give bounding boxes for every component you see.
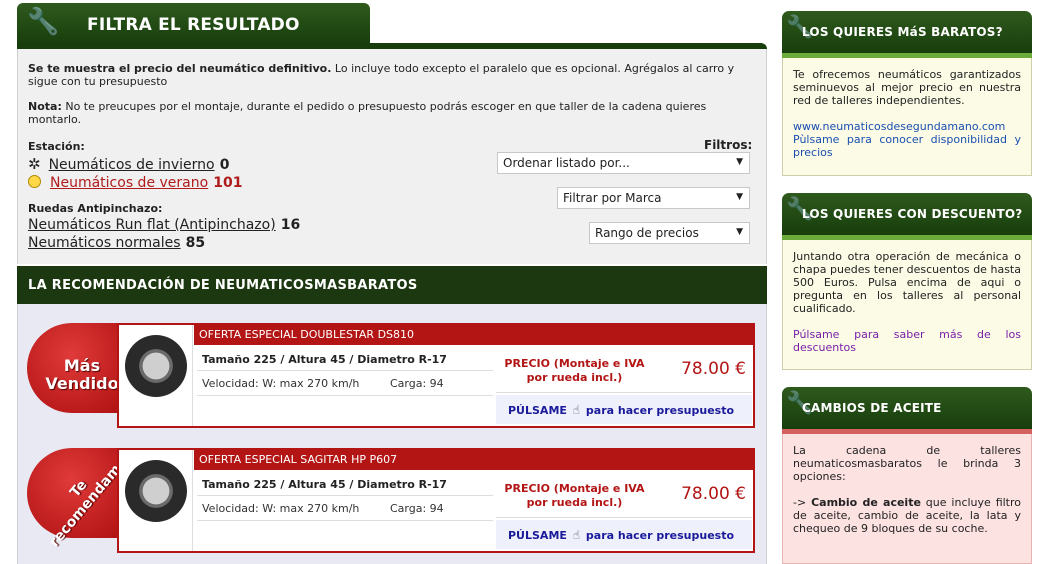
filter-note-text: Nota: No te preucupes por el montaje, du… (28, 100, 738, 126)
offer-spacer (197, 397, 493, 423)
brand-select-value: Filtrar por Marca (563, 191, 662, 205)
sidebar-box-header: 🔧 LOS QUIERES MáS BARATOS? (782, 11, 1032, 53)
sidebar-box-title: LOS QUIERES CON DESCUENTO? (802, 207, 1023, 221)
summer-filter: Neumáticos de verano 101 (28, 172, 243, 191)
speed-text: Velocidad: W: max 270 km/h (202, 377, 360, 390)
runflat-count: 16 (280, 217, 301, 233)
price-label: PRECIO (Montaje e IVA por rueda incl.) (504, 482, 645, 509)
chevron-down-icon: ▼ (736, 157, 743, 167)
winter-tires-link[interactable]: Neumáticos de invierno (49, 157, 215, 173)
summer-count: 101 (213, 175, 243, 191)
filters-label: Filtros: (704, 138, 753, 152)
hand-pointer-icon: ☝ (572, 528, 581, 542)
sidebar-box-body: La cadena de talleres neumaticosmasbarat… (782, 434, 1032, 564)
item-bold: Cambio de aceite (811, 496, 921, 509)
quote-bold: PÚLSAME (508, 404, 567, 417)
tire-image (119, 450, 193, 551)
offer-spacer (197, 522, 493, 548)
tire-speed: Velocidad: W: max 270 km/h Carga: 94 (197, 372, 493, 396)
badge-text: Más Vendido (37, 357, 127, 393)
tire-size: Tamaño 225 / Altura 45 / Diametro R-17 (197, 474, 493, 496)
note-bold: Nota: (28, 100, 62, 113)
order-select-value: Ordenar listado por... (503, 156, 630, 170)
availability-link[interactable]: Pùlsame para conocer disponibilidad y pr… (793, 133, 1021, 159)
load-text: Carga: 94 (390, 377, 444, 390)
note-rest: No te preucupes por el montaje, durante … (28, 100, 707, 126)
wrench-icon: 🔧 (27, 7, 60, 37)
price-label: PRECIO (Montaje e IVA por rueda incl.) (504, 357, 645, 384)
sidebar-box-title: CAMBIOS DE ACEITE (802, 401, 942, 415)
sidebar-box-header: 🔧 CAMBIOS DE ACEITE (782, 387, 1032, 429)
sidebar-box-body: Te ofrecemos neumáticos garantizados sem… (782, 58, 1032, 176)
quote-button[interactable]: PÚLSAME ☝ para hacer presupuesto (496, 395, 752, 424)
quote-button[interactable]: PÚLSAME ☝ para hacer presupuesto (496, 520, 752, 549)
oil-change-option[interactable]: -> Cambio de aceite que incluye filtro d… (793, 496, 1021, 535)
quote-rest: para hacer presupuesto (585, 529, 735, 542)
sidebar-box-text: Te ofrecemos neumáticos garantizados sem… (793, 68, 1021, 107)
badge-line-1: Más (63, 356, 101, 375)
normal-tires-link[interactable]: Neumáticos normales (28, 235, 181, 251)
sidebar-box-text: La cadena de talleres neumaticosmasbarat… (793, 444, 1021, 483)
speed-text: Velocidad: W: max 270 km/h (202, 502, 360, 515)
runflat-tires-link[interactable]: Neumáticos Run flat (Antipinchazo) (28, 217, 276, 233)
normal-filter: Neumáticos normales 85 (28, 232, 205, 251)
sidebar-box-body: Juntando otra operación de mecánica o ch… (782, 240, 1032, 370)
order-select[interactable]: Ordenar listado por... ▼ (497, 152, 750, 174)
tire-icon (125, 335, 187, 397)
price-box: PRECIO (Montaje e IVA por rueda incl.) 7… (496, 349, 752, 393)
winter-count: 0 (219, 157, 230, 173)
item-prefix: -> (793, 496, 812, 509)
tire-icon (125, 460, 187, 522)
discounts-link[interactable]: Púlsame para saber más de los descuentos (793, 328, 1021, 354)
load-text: Carga: 94 (390, 502, 444, 515)
price-range-select-value: Rango de precios (595, 226, 699, 240)
summer-tires-link[interactable]: Neumáticos de verano (50, 175, 208, 191)
quote-bold: PÚLSAME (508, 529, 567, 542)
filter-panel-title: FILTRA EL RESULTADO (87, 15, 300, 35)
recommendation-header: LA RECOMENDACIÓN DE NEUMATICOSMASBARATOS (17, 266, 767, 304)
price-value: 78.00 € (681, 484, 746, 504)
price-range-select[interactable]: Rango de precios ▼ (589, 222, 750, 244)
offer-card[interactable]: OFERTA ESPECIAL SAGITAR HP P607 Tamaño 2… (117, 448, 755, 553)
season-label: Estación: (28, 140, 85, 153)
offer-heading[interactable]: OFERTA ESPECIAL DOUBLESTAR DS810 (194, 325, 753, 345)
hand-pointer-icon: ☝ (572, 403, 581, 417)
filter-panel-header: 🔧 FILTRA EL RESULTADO (17, 3, 370, 45)
sun-icon (28, 175, 41, 188)
intro-bold: Se te muestra el precio del neumático de… (28, 62, 332, 75)
offer-heading[interactable]: OFERTA ESPECIAL SAGITAR HP P607 (194, 450, 753, 470)
price-value: 78.00 € (681, 359, 746, 379)
badge-line-2: Vendido (45, 374, 119, 393)
second-hand-url-link[interactable]: www.neumaticosdesegundamano.com (793, 120, 1021, 133)
winter-filter: ✲ Neumáticos de invierno 0 (28, 154, 229, 173)
normal-count: 85 (185, 235, 206, 251)
recommendation-title: LA RECOMENDACIÓN DE NEUMATICOSMASBARATOS (28, 278, 418, 293)
offer-card[interactable]: OFERTA ESPECIAL DOUBLESTAR DS810 Tamaño … (117, 323, 755, 428)
chevron-down-icon: ▼ (736, 227, 743, 237)
sidebar-box-text: Juntando otra operación de mecánica o ch… (793, 250, 1021, 315)
quote-rest: para hacer presupuesto (585, 404, 735, 417)
runflat-filter: Neumáticos Run flat (Antipinchazo) 16 (28, 214, 300, 233)
tire-speed: Velocidad: W: max 270 km/h Carga: 94 (197, 497, 493, 521)
snowflake-icon: ✲ (28, 155, 41, 173)
sidebar-box-title: LOS QUIERES MáS BARATOS? (802, 25, 1003, 39)
tire-size: Tamaño 225 / Altura 45 / Diametro R-17 (197, 349, 493, 371)
brand-select[interactable]: Filtrar por Marca ▼ (557, 187, 750, 209)
sidebar-box-header: 🔧 LOS QUIERES CON DESCUENTO? (782, 193, 1032, 235)
price-box: PRECIO (Montaje e IVA por rueda incl.) 7… (496, 474, 752, 518)
chevron-down-icon: ▼ (736, 192, 743, 202)
tire-image (119, 325, 193, 426)
filter-intro-text: Se te muestra el precio del neumático de… (28, 62, 758, 88)
